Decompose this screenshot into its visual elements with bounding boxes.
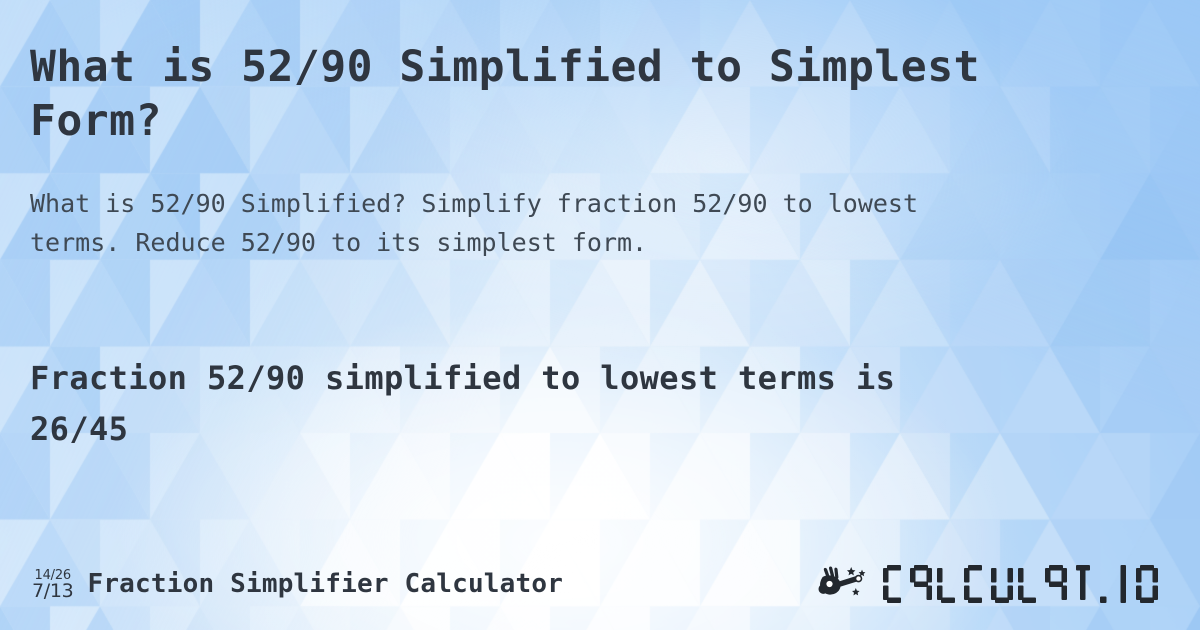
magic-wand-hand-icon <box>818 566 866 596</box>
brand-letter-L2 <box>1018 568 1036 603</box>
brand-letter-dot <box>1100 596 1107 603</box>
footer: 14/26 7/13 Fraction Simplifier Calculato… <box>0 538 1200 630</box>
page-title-line-2: Form? <box>30 96 162 147</box>
brand-letter-L <box>937 568 955 603</box>
brand-letter-C <box>883 565 901 603</box>
fraction-simplify-icon: 14/26 7/13 <box>32 567 74 602</box>
brand-logo[interactable] <box>818 563 1172 605</box>
footer-left-group: 14/26 7/13 Fraction Simplifier Calculato… <box>32 567 563 602</box>
page-description-line-2: terms. Reduce 52/90 to its simplest form… <box>30 227 648 257</box>
fraction-simplify-icon-bottom: 7/13 <box>32 579 74 602</box>
brand-letter-A2 <box>1045 565 1067 600</box>
brand-letter-T <box>1076 565 1090 600</box>
footer-calculator-name: Fraction Simplifier Calculator <box>87 569 564 599</box>
brand-letter-U <box>991 568 1013 603</box>
page-root: What is 52/90 Simplified to Simplest For… <box>0 0 1200 630</box>
page-description-line-1: What is 52/90 Simplified? Simplify fract… <box>30 189 919 218</box>
result-statement: Fraction 52/90 simplified to lowest term… <box>30 353 1170 455</box>
page-description: What is 52/90 Simplified? Simplify fract… <box>30 185 1180 263</box>
brand-letter-O <box>1136 565 1158 603</box>
brand-letter-C2 <box>964 565 982 603</box>
page-title-line-1: What is 52/90 Simplified to Simplest <box>30 42 980 92</box>
brand-letter-I <box>1120 565 1126 603</box>
result-fraction: 26/45 <box>30 410 129 449</box>
brand-letter-A <box>910 565 932 600</box>
brand-wordmark <box>882 565 1172 603</box>
result-statement-line-1: Fraction 52/90 simplified to lowest term… <box>30 359 896 397</box>
page-title: What is 52/90 Simplified to Simplest For… <box>30 40 1170 148</box>
